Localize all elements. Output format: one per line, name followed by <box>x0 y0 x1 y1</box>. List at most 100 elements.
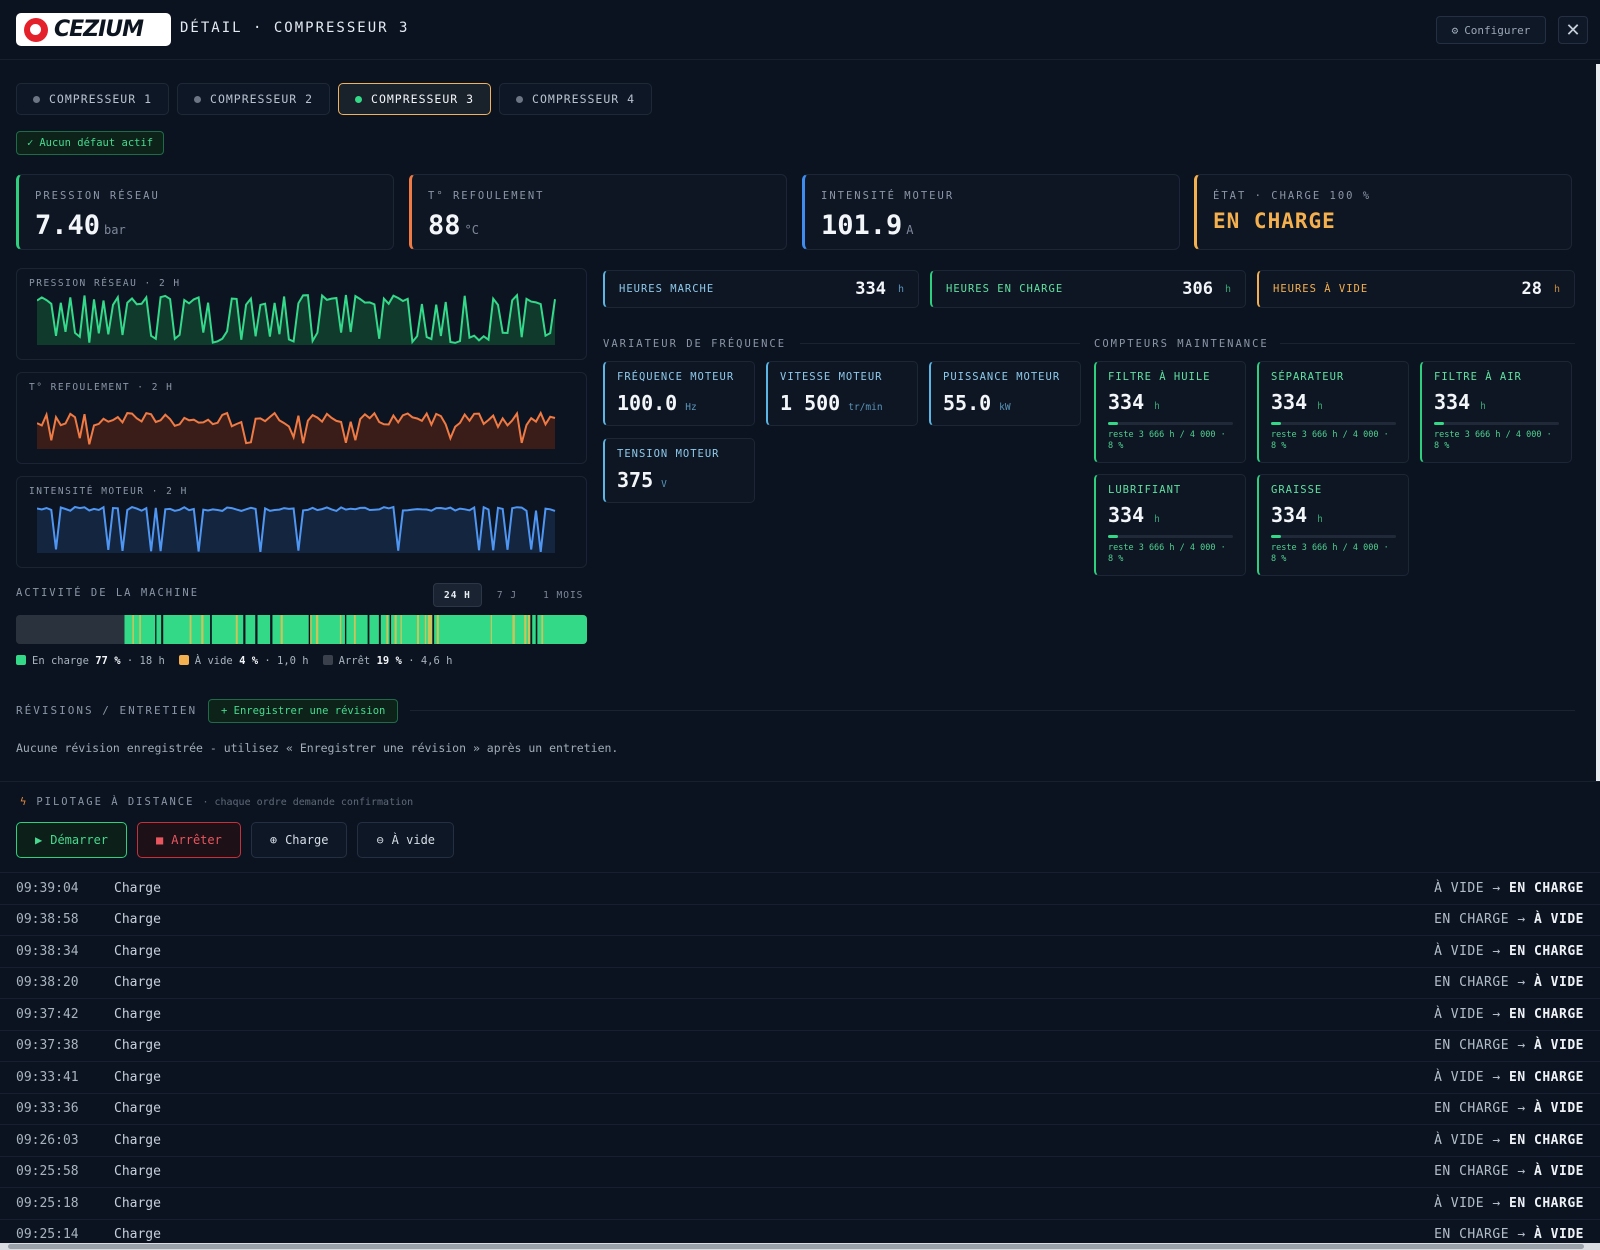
vfd-unit: V <box>661 479 667 490</box>
segment-load <box>124 615 587 644</box>
kpi-temperature: T° REFOULEMENT 88 °C <box>409 174 787 250</box>
add-revision-button[interactable]: + Enregistrer une révision <box>208 699 399 723</box>
log-action: Charge <box>114 880 161 896</box>
maintenance-value: 334 h <box>1108 503 1233 527</box>
command-log: 09:39:04 Charge À VIDE → EN CHARGE 09:38:5… <box>0 872 1600 1250</box>
log-to: À VIDE <box>1534 912 1584 928</box>
tab-label: COMPRESSEUR 1 <box>49 92 153 106</box>
legend-pct: 19 % <box>376 655 402 667</box>
vfd-label: VITESSE MOTEUR <box>780 371 883 383</box>
vfd-unit: kW <box>999 402 1011 413</box>
maintenance-progress-fill <box>1271 535 1281 538</box>
no-fault-badge: ✓ Aucun défaut actif <box>16 131 165 155</box>
log-row: 09:37:38 Charge EN CHARGE → À VIDE <box>0 1029 1600 1062</box>
logo-text: CEZIUM <box>54 17 144 42</box>
segment-idle <box>255 615 258 644</box>
tab-compresseur-2[interactable]: COMPRESSEUR 2 <box>177 83 331 115</box>
legend-load: En charge 77 % · 18 h <box>16 655 165 667</box>
maintenance-remaining: reste 3 666 h / 4 000 · 8 % <box>1271 543 1389 564</box>
log-time: 09:38:58 <box>16 912 79 928</box>
log-from: EN CHARGE <box>1434 912 1510 928</box>
close-button[interactable]: ✕ <box>1558 16 1588 44</box>
tab-compresseur-3[interactable]: COMPRESSEUR 3 <box>338 83 492 115</box>
log-time: 09:25:58 <box>16 1164 79 1180</box>
horizontal-scrollbar[interactable] <box>0 1243 1600 1250</box>
current-sparkline <box>37 505 556 553</box>
segment-idle <box>429 615 433 644</box>
machine-state: EN CHARGE <box>1213 209 1336 233</box>
maintenance-lubricant-card: LUBRIFIANT 334 h reste 3 666 h / 4 000 · … <box>1094 474 1246 576</box>
tab-label: COMPRESSEUR 2 <box>210 92 314 106</box>
pilot-title: PILOTAGE À DISTANCE <box>36 796 195 808</box>
gear-icon: ⚙ <box>1451 23 1459 37</box>
vfd-title: VARIATEUR DE FRÉQUENCE <box>603 338 787 350</box>
idle-button[interactable]: ⊖ À vide <box>357 822 455 858</box>
segment-idle <box>243 615 246 644</box>
hours-count: 334 <box>1108 390 1145 414</box>
segment-idle <box>280 615 283 644</box>
maintenance-remaining: reste 3 666 h / 4 000 · 8 % <box>1108 543 1226 564</box>
kpi-value: 88 °C <box>428 210 770 241</box>
log-to: EN CHARGE <box>1509 1069 1584 1085</box>
log-action: Charge <box>114 1069 161 1085</box>
tab-compresseur-1[interactable]: COMPRESSEUR 1 <box>16 83 170 115</box>
log-from: À VIDE <box>1434 1195 1485 1211</box>
vfd-value: 375 V <box>617 468 742 492</box>
log-time: 09:38:34 <box>16 943 79 959</box>
log-from: À VIDE <box>1434 880 1485 896</box>
power-value: 55.0 <box>943 391 992 415</box>
no-fault-text: Aucun défaut actif <box>39 137 154 149</box>
maintenance-unit: h <box>1317 514 1323 525</box>
segment-idle <box>210 615 212 644</box>
voltage-value: 375 <box>617 468 654 492</box>
maintenance-progress <box>1271 422 1396 425</box>
log-transition: EN CHARGE → À VIDE <box>1434 1101 1584 1117</box>
temperature-trend-chart: T° REFOULEMENT · 2 H <box>16 372 587 464</box>
segment-idle <box>386 615 389 644</box>
temperature-value: 88 <box>428 210 461 241</box>
range-24h-button[interactable]: 24 H <box>433 583 482 607</box>
log-time: 09:38:20 <box>16 975 79 991</box>
log-to: EN CHARGE <box>1509 1006 1584 1022</box>
maintenance-unit: h <box>1317 401 1323 412</box>
segment-idle <box>161 615 164 644</box>
segment-idle <box>490 615 492 644</box>
maintenance-progress <box>1108 535 1233 538</box>
vfd-power-card: PUISSANCE MOTEUR 55.0 kW <box>929 361 1081 426</box>
hours-unit: h <box>1553 283 1560 295</box>
range-1m-button[interactable]: 1 MOIS <box>532 583 594 607</box>
minus-circle-icon: ⊖ <box>376 833 384 847</box>
segment-idle <box>400 615 402 644</box>
maintenance-air-filter-card: FILTRE À AIR 334 h reste 3 666 h / 4 000 … <box>1420 361 1572 463</box>
configure-button[interactable]: ⚙ Configurer <box>1436 16 1546 44</box>
log-to: EN CHARGE <box>1509 1132 1584 1148</box>
load-button[interactable]: ⊕ Charge <box>250 822 348 858</box>
log-row: 09:37:42 Charge À VIDE → EN CHARGE <box>0 998 1600 1030</box>
activity-title: ACTIVITÉ DE LA MACHINE <box>16 587 200 599</box>
segment-idle <box>367 615 370 644</box>
tab-compresseur-4[interactable]: COMPRESSEUR 4 <box>499 83 653 115</box>
hours-value: 334 <box>855 279 886 299</box>
scrollbar-thumb[interactable] <box>8 1244 1584 1249</box>
log-row: 09:39:04 Charge À VIDE → EN CHARGE <box>0 872 1600 904</box>
pressure-trend-chart: PRESSION RÉSEAU · 2 H <box>16 268 587 360</box>
hours-count: 334 <box>1434 390 1471 414</box>
segment-idle <box>132 615 134 644</box>
stop-button[interactable]: ■ Arrêter <box>137 822 241 858</box>
start-button[interactable]: ▶ Démarrer <box>16 822 128 858</box>
play-icon: ▶ <box>35 833 43 847</box>
log-to: À VIDE <box>1534 975 1584 991</box>
legend-label: En charge <box>32 655 89 667</box>
vertical-scrollbar[interactable] <box>1596 64 1600 814</box>
frequency-value: 100.0 <box>617 391 678 415</box>
vfd-value: 1 500 tr/min <box>780 391 905 415</box>
vfd-voltage-card: TENSION MOTEUR 375 V <box>603 438 755 503</box>
chart-label: PRESSION RÉSEAU · 2 H <box>29 278 181 289</box>
hours-count: 334 <box>1271 503 1308 527</box>
log-time: 09:26:03 <box>16 1132 79 1148</box>
maintenance-progress <box>1271 535 1396 538</box>
range-7d-button[interactable]: 7 J <box>486 583 528 607</box>
log-action: Charge <box>114 1101 161 1117</box>
log-row: 09:38:58 Charge EN CHARGE → À VIDE <box>0 903 1600 936</box>
bolt-icon: ϟ <box>20 796 29 808</box>
